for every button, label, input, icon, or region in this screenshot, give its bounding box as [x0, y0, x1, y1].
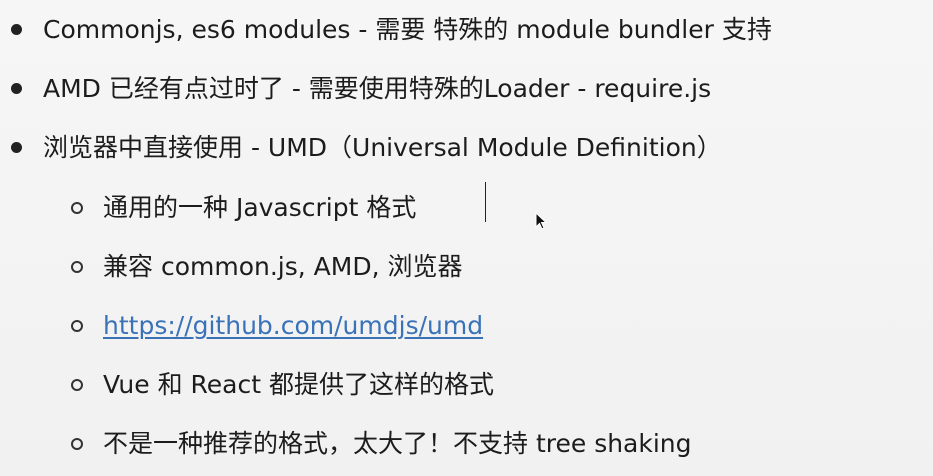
hollow-bullet-icon	[71, 379, 83, 391]
hollow-bullet-icon	[71, 261, 83, 273]
hollow-bullet-icon	[71, 438, 83, 450]
hollow-bullet-icon	[71, 202, 83, 214]
list-item-text: Commonjs, es6 modules - 需要 特殊的 module bu…	[43, 15, 772, 44]
mouse-pointer-icon	[535, 212, 547, 230]
sub-item-text: 通用的一种 Javascript 格式	[103, 193, 417, 222]
text-caret	[485, 182, 486, 222]
filled-bullet-icon	[11, 24, 22, 35]
list-item-text: 浏览器中直接使用 - UMD（Universal Module Definiti…	[43, 133, 722, 162]
filled-bullet-icon	[11, 83, 22, 94]
sub-item-text: Vue 和 React 都提供了这样的格式	[103, 370, 494, 399]
list-item-text: AMD 已经有点过时了 - 需要使用特殊的Loader - require.js	[43, 74, 712, 103]
filled-bullet-icon	[11, 142, 22, 153]
hollow-bullet-icon	[71, 320, 83, 332]
slide-page: Commonjs, es6 modules - 需要 特殊的 module bu…	[0, 0, 933, 476]
sub-item-text: 兼容 common.js, AMD, 浏览器	[103, 252, 463, 281]
sub-item-text: 不是一种推荐的格式，太大了！不支持 tree shaking	[103, 429, 692, 458]
umd-github-link[interactable]: https://github.com/umdjs/umd	[103, 313, 483, 339]
